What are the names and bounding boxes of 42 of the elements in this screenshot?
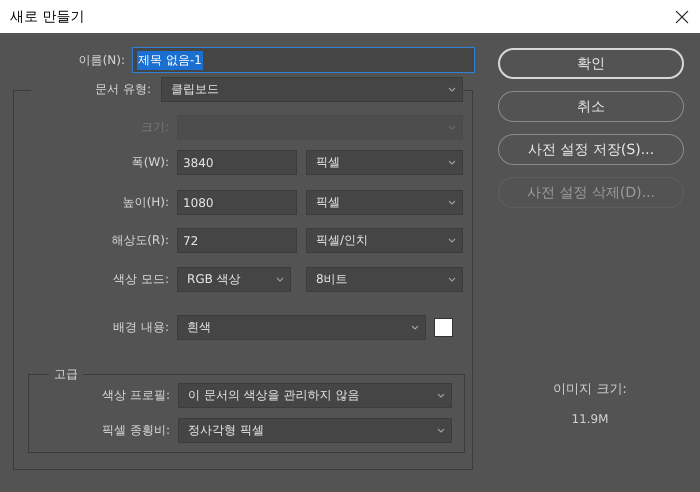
- field-label: 픽셀 종횡비:: [102, 422, 170, 439]
- close-button[interactable]: [674, 8, 690, 24]
- select-dropdown[interactable]: 클립보드: [161, 77, 463, 102]
- image-size-label: 이미지 크기:: [553, 381, 627, 398]
- chevron-icon: [276, 277, 284, 282]
- chevron-icon: [448, 125, 456, 130]
- field-label: 색상 모드:: [113, 271, 169, 288]
- number-input[interactable]: 3840: [177, 150, 297, 175]
- select-dropdown[interactable]: 정사각형 픽셀: [178, 418, 452, 443]
- field-label: 이름(N):: [78, 52, 125, 68]
- color-swatch[interactable]: [434, 318, 453, 337]
- chevron-icon: [448, 238, 456, 243]
- name-text: 제목 없음-1: [137, 50, 203, 70]
- chevron-icon: [448, 87, 456, 92]
- field-label: 색상 프로필:: [102, 387, 170, 404]
- field-label: 폭(W):: [132, 154, 169, 171]
- depth-dropdown[interactable]: 8비트: [306, 267, 463, 292]
- number-input[interactable]: 72: [177, 228, 297, 253]
- dialog-button[interactable]: 취소: [498, 91, 684, 122]
- chevron-icon: [437, 393, 445, 398]
- group-legend: 고급: [49, 366, 83, 383]
- name-input[interactable]: 제목 없음-1: [132, 47, 475, 73]
- unit-dropdown[interactable]: 픽셀: [306, 190, 463, 215]
- number-input[interactable]: 1080: [177, 190, 297, 215]
- chevron-icon: [437, 428, 445, 433]
- chevron-icon: [411, 325, 419, 330]
- dialog-button[interactable]: 사전 설정 저장(S)...: [498, 134, 684, 165]
- chevron-icon: [448, 200, 456, 205]
- chevron-icon: [448, 160, 456, 165]
- unit-dropdown[interactable]: 픽셀/인치: [306, 228, 463, 253]
- field-label: 배경 내용:: [113, 319, 169, 336]
- mode-dropdown[interactable]: RGB 색상: [177, 267, 291, 292]
- field-label: 해상도(R):: [111, 232, 169, 249]
- field-label: 문서 유형:: [95, 81, 151, 98]
- field-label: 높이(H):: [122, 194, 169, 211]
- background-dropdown[interactable]: 흰색: [177, 315, 426, 340]
- image-size-value: 11.9M: [571, 412, 609, 426]
- window-title: 새로 만들기: [10, 8, 84, 26]
- select-dropdown[interactable]: 이 문서의 색상을 관리하지 않음: [178, 383, 452, 408]
- chevron-icon: [448, 277, 456, 282]
- unit-dropdown[interactable]: 픽셀: [306, 150, 463, 175]
- dialog-button[interactable]: 확인: [498, 48, 684, 79]
